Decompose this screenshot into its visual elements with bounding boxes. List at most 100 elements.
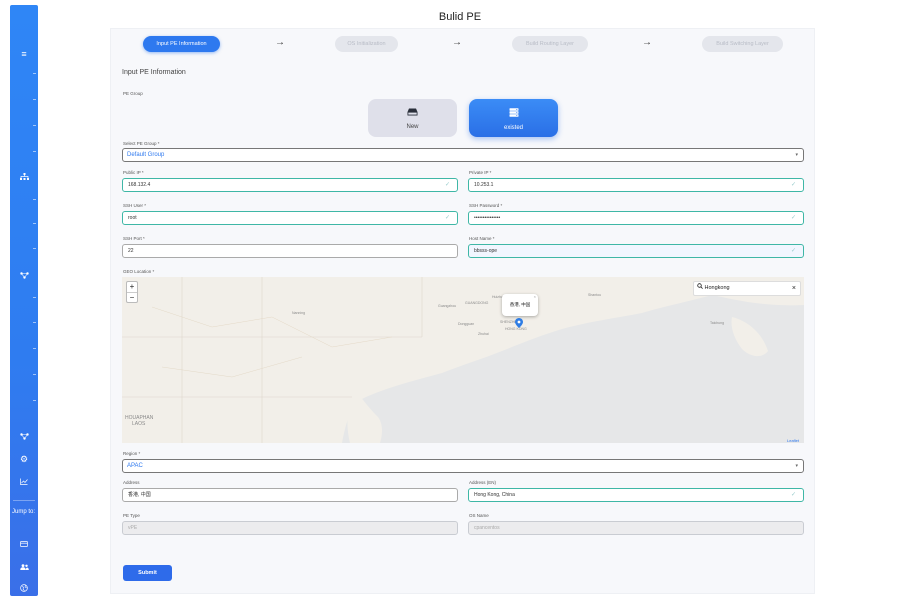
check-icon: ✓	[790, 248, 796, 254]
ssh-port-value: 22	[128, 248, 134, 254]
sidebar-dot	[33, 125, 36, 126]
sidebar-dot	[33, 374, 36, 375]
close-icon[interactable]: ×	[792, 282, 796, 295]
ssh-user-field[interactable]: root ✓	[122, 211, 458, 225]
pe-group-new-label: New	[406, 124, 419, 130]
check-icon: ✓	[790, 492, 796, 498]
address-field[interactable]: 香港, 中国	[122, 488, 458, 502]
host-name-label: Host Name *	[469, 236, 495, 241]
address-en-value: Hong Kong, China	[474, 492, 515, 498]
sidebar-dot	[33, 297, 36, 298]
check-icon: ✓	[790, 182, 796, 188]
map-place-label: LAOS	[132, 421, 146, 427]
map-place-label: Shantou	[588, 293, 602, 297]
drive-icon	[368, 108, 457, 118]
sitemap-icon[interactable]	[10, 173, 38, 183]
globe-icon[interactable]	[10, 584, 38, 594]
ssh-user-value: root	[128, 215, 137, 221]
ssh-password-field[interactable]: ••••••••••••••• ✓	[468, 211, 804, 225]
os-name-label: OS Name	[469, 513, 489, 518]
map-popup: 香港, 中国 ×	[502, 294, 538, 316]
pe-group-existed-label: existed	[503, 125, 523, 131]
step-input-pe-information[interactable]: Input PE Information	[143, 36, 220, 52]
network-icon-2[interactable]	[10, 432, 38, 442]
pe-type-label: PE Type	[123, 513, 140, 518]
public-ip-field[interactable]: 168.132.4 ✓	[122, 178, 458, 192]
zoom-out-button[interactable]: −	[127, 292, 137, 303]
public-ip-value: 168.132.4	[128, 182, 151, 188]
sidebar-dot	[33, 348, 36, 349]
arrow-right-icon: →	[642, 37, 652, 48]
server-icon	[469, 108, 558, 119]
leaflet-attribution-link[interactable]: Leaflet	[787, 438, 799, 443]
address-en-label: Address (EN)	[469, 480, 497, 485]
step-build-routing-layer[interactable]: Build Routing Layer	[512, 36, 588, 52]
map-place-label: Dongguan	[458, 322, 475, 326]
arrow-right-icon: →	[452, 37, 462, 48]
address-value: 香港, 中国	[128, 492, 151, 498]
select-pe-group-label: Select PE Group *	[123, 141, 160, 146]
map-place-label: Zhuhai	[478, 332, 489, 336]
region-label: Region *	[123, 451, 141, 456]
redaction-mask	[497, 182, 505, 188]
pe-group-new-option[interactable]: New	[368, 99, 457, 137]
select-pe-group-value: Default Group	[127, 152, 165, 158]
check-icon: ✓	[444, 215, 450, 221]
ssh-port-field[interactable]: 22	[122, 244, 458, 258]
chevron-down-icon: ▾	[795, 463, 798, 469]
zoom-in-button[interactable]: +	[127, 282, 137, 292]
step-build-switching-layer[interactable]: Build Switching Layer	[702, 36, 783, 52]
private-ip-label: Private IP *	[469, 170, 492, 175]
ssh-password-value: •••••••••••••••	[474, 215, 501, 221]
map-marker-icon[interactable]	[515, 318, 523, 328]
search-icon	[697, 283, 705, 291]
jump-to-label: Jump to:	[12, 509, 36, 515]
menu-icon[interactable]: ≡	[10, 49, 38, 59]
address-label: Address	[123, 480, 140, 485]
ssh-port-label: SSH Port *	[123, 236, 145, 241]
ssh-user-label: SSH User *	[123, 203, 147, 208]
settings-cogs-icon[interactable]: ⚙	[10, 454, 38, 464]
pe-group-existed-option[interactable]: existed	[469, 99, 558, 137]
sidebar-dot	[33, 199, 36, 200]
address-en-field[interactable]: Hong Kong, China ✓	[468, 488, 804, 502]
chevron-down-icon: ▾	[795, 152, 798, 158]
sidebar-dot	[33, 73, 36, 74]
sidebar-dot	[33, 223, 36, 224]
step-os-initialization[interactable]: OS Initialization	[335, 36, 398, 52]
users-icon[interactable]	[10, 562, 38, 572]
sidebar-dot	[33, 151, 36, 152]
geo-location-map[interactable]: GUANGDONG SHENZHEN HONG KONG HOUAPHAN LA…	[122, 277, 804, 443]
select-pe-group-dropdown[interactable]: Default Group ▾	[122, 148, 804, 162]
map-popup-text: 香港, 中国	[509, 302, 531, 307]
page-title: Bulid PE	[438, 11, 482, 23]
map-place-label: Taichung	[710, 321, 725, 325]
map-place-label: GUANGDONG	[465, 301, 489, 305]
card-icon[interactable]	[10, 539, 38, 549]
host-name-field[interactable]: bbsss-ope ✓	[468, 244, 804, 258]
section-title: Input PE Information	[122, 69, 186, 76]
sidebar-dot	[33, 248, 36, 249]
popup-close-icon[interactable]: ×	[534, 286, 536, 308]
pe-type-value: vPE	[128, 525, 138, 531]
host-name-value: bbsss-ope	[474, 248, 498, 254]
os-name-value: cpancentos	[474, 525, 500, 531]
submit-button[interactable]: Submit	[123, 565, 172, 581]
check-icon: ✓	[790, 215, 796, 221]
pe-group-label: PE Group	[123, 91, 143, 96]
network-icon[interactable]	[10, 271, 38, 281]
map-search-input[interactable]: Hongkong ×	[693, 281, 801, 296]
public-ip-label: Public IP *	[123, 170, 144, 175]
sidebar-dot	[33, 322, 36, 323]
region-dropdown[interactable]: APAC ▾	[122, 459, 804, 473]
chart-icon[interactable]	[10, 477, 38, 487]
private-ip-field[interactable]: 10.253.1 ✓	[468, 178, 804, 192]
private-ip-value: 10.253.1	[474, 182, 494, 188]
sidebar-separator	[13, 500, 35, 501]
map-tiles	[122, 277, 804, 443]
sidebar-dot	[33, 99, 36, 100]
map-zoom-control[interactable]: + −	[126, 281, 138, 303]
map-search-value: Hongkong	[704, 285, 730, 291]
ssh-password-label: SSH Password *	[469, 203, 503, 208]
os-name-field: cpancentos	[468, 521, 804, 535]
